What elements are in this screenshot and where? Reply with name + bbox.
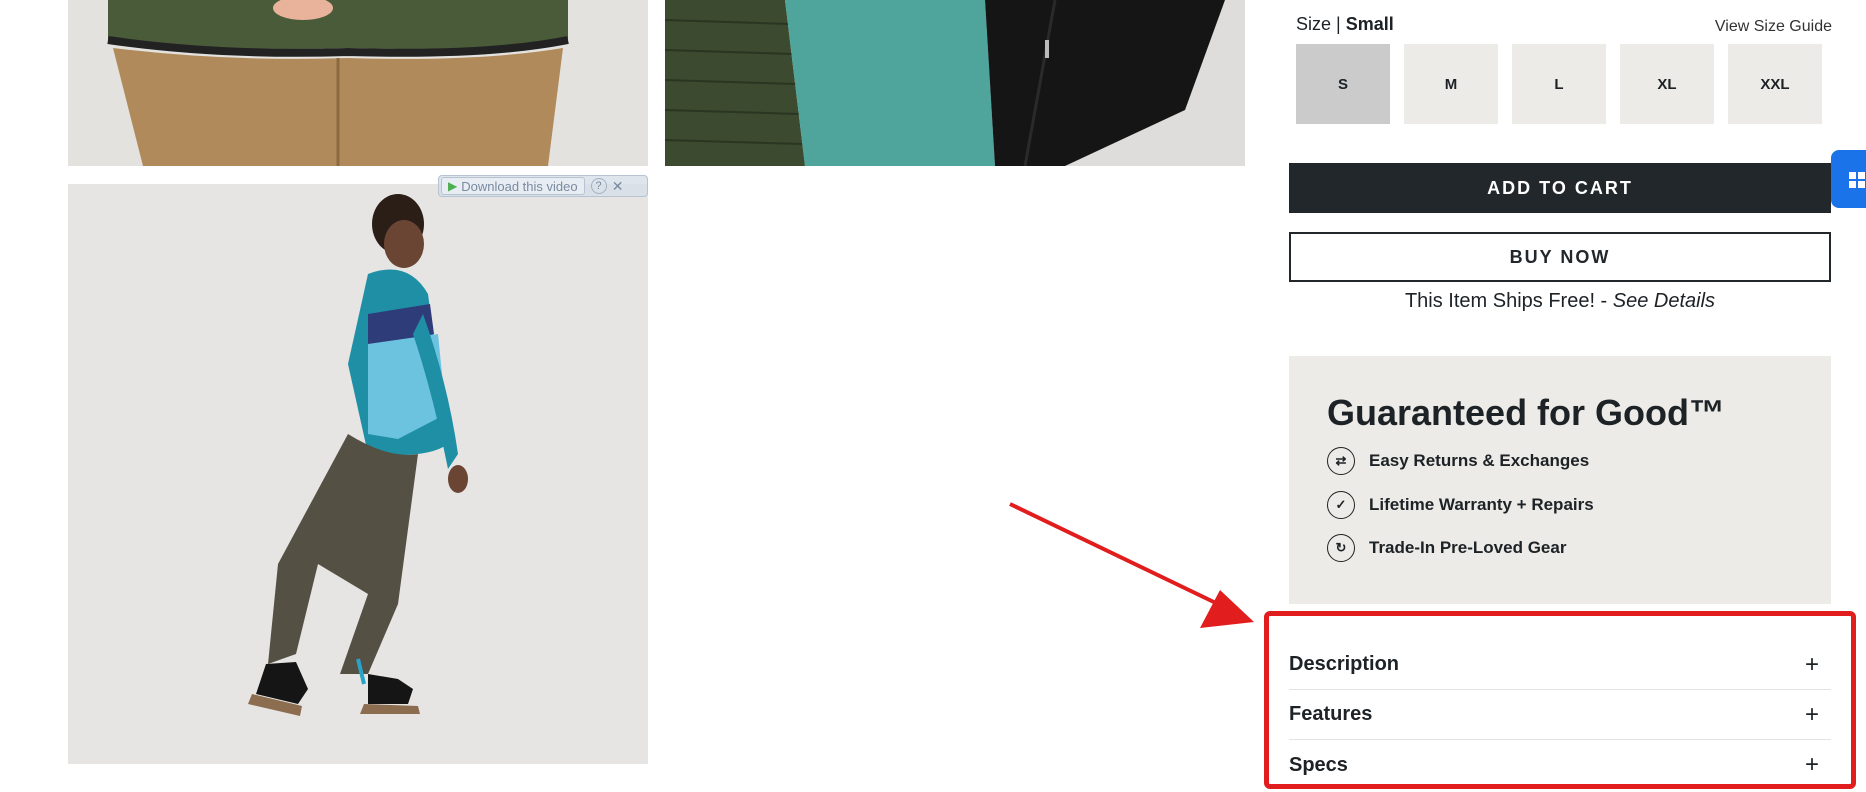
size-option-l[interactable]: L <box>1512 44 1606 124</box>
download-video-button[interactable]: ▶ Download this video <box>441 177 585 195</box>
add-to-cart-button[interactable]: ADD TO CART <box>1289 163 1831 213</box>
size-option-s[interactable]: S <box>1296 44 1390 124</box>
plus-icon[interactable]: + <box>1805 751 1819 779</box>
accordion-label: Features <box>1289 703 1373 725</box>
accordion-label: Specs <box>1289 753 1348 776</box>
shipping-note: This Item Ships Free! - See Details <box>1289 290 1831 313</box>
guarantee-item-returns: ⇄ Easy Returns & Exchanges <box>1327 447 1589 475</box>
guarantee-item-trade-in: ↻ Trade-In Pre-Loved Gear <box>1327 534 1566 562</box>
see-details-link[interactable]: See Details <box>1613 290 1715 312</box>
side-widget-tab[interactable] <box>1831 150 1866 208</box>
returns-icon: ⇄ <box>1327 447 1355 475</box>
plus-icon[interactable]: + <box>1805 651 1819 679</box>
guarantee-panel: Guaranteed for Good™ ⇄ Easy Returns & Ex… <box>1289 356 1831 604</box>
product-photo-2-graphic <box>665 0 1245 166</box>
size-option-xxl[interactable]: XXL <box>1728 44 1822 124</box>
product-info-accordion: Description + Features + Specs + <box>1289 640 1831 790</box>
selected-size-name: Small <box>1345 14 1394 34</box>
buy-now-button[interactable]: BUY NOW <box>1289 232 1831 282</box>
accordion-label: Description <box>1289 653 1400 675</box>
product-photo-front-crop[interactable] <box>68 0 648 166</box>
size-option-xl[interactable]: XL <box>1620 44 1714 124</box>
close-icon[interactable]: ✕ <box>610 178 626 194</box>
recycle-icon: ↻ <box>1327 534 1355 562</box>
product-photo-open-jacket[interactable] <box>665 0 1245 166</box>
guarantee-item-label: Easy Returns & Exchanges <box>1369 451 1590 470</box>
shipping-text: This Item Ships Free! - <box>1404 290 1608 312</box>
guarantee-item-label: Trade-In Pre-Loved Gear <box>1369 538 1567 557</box>
product-photo-1-graphic <box>68 0 648 166</box>
guarantee-title: Guaranteed for Good™ <box>1327 392 1726 433</box>
help-icon[interactable]: ? <box>590 178 607 194</box>
size-label-prefix: Size | <box>1296 14 1341 34</box>
size-options: S M L XL XXL <box>1296 44 1822 124</box>
accordion-description[interactable]: Description + <box>1289 640 1831 690</box>
plus-icon[interactable]: + <box>1805 701 1819 729</box>
product-photo-side-walking[interactable] <box>68 184 648 764</box>
accordion-features[interactable]: Features + <box>1289 690 1831 740</box>
play-icon: ▶ <box>448 179 458 193</box>
size-option-m[interactable]: M <box>1404 44 1498 124</box>
guarantee-item-warranty: ✓ Lifetime Warranty + Repairs <box>1327 491 1594 519</box>
warranty-shield-icon: ✓ <box>1327 491 1355 519</box>
accordion-specs[interactable]: Specs + <box>1289 740 1831 790</box>
view-size-guide-link[interactable]: View Size Guide <box>1715 18 1832 36</box>
download-video-label: Download this video <box>461 178 578 194</box>
size-label: Size | Small <box>1296 14 1394 35</box>
guarantee-item-label: Lifetime Warranty + Repairs <box>1369 495 1594 514</box>
product-photo-3-graphic <box>68 184 648 764</box>
grid-icon <box>1849 172 1865 188</box>
download-video-bar[interactable]: ▶ Download this video ? ✕ <box>438 175 648 197</box>
